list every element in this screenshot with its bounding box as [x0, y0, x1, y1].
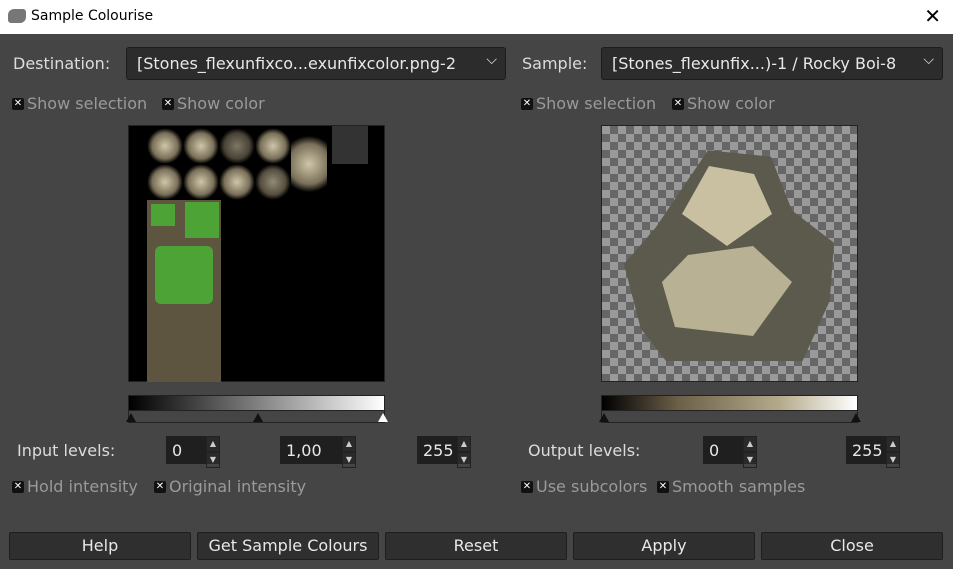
output-levels-slider[interactable] — [599, 411, 861, 423]
hold-intensity-checkbox[interactable]: ✕ Hold intensity — [12, 477, 138, 496]
gamma-handle[interactable] — [253, 413, 263, 422]
window-title: Sample Colourise — [31, 8, 154, 24]
high-handle[interactable] — [378, 413, 388, 422]
destination-preview — [128, 125, 385, 382]
high-handle[interactable] — [851, 413, 861, 422]
original-intensity-checkbox[interactable]: ✕ Original intensity — [154, 477, 306, 496]
sample-show-color-checkbox[interactable]: ✕ Show color — [672, 94, 775, 113]
input-levels-label: Input levels: — [17, 441, 116, 460]
reset-button[interactable]: Reset — [385, 532, 567, 560]
sample-label: Sample: — [522, 54, 588, 73]
input-gradient — [128, 395, 385, 411]
output-gradient — [601, 395, 858, 411]
gimp-logo-icon — [8, 9, 26, 23]
close-icon[interactable]: ✕ — [924, 4, 941, 28]
output-levels-label: Output levels: — [528, 441, 641, 460]
output-high-spinner[interactable]: 255 ▲ ▼ — [846, 436, 900, 468]
destination-label: Destination: — [13, 54, 111, 73]
sample-preview — [601, 125, 858, 382]
destination-select[interactable]: [Stones_flexunfixco...exunfixcolor.png-2… — [126, 47, 506, 80]
input-low-spinner[interactable]: 0 ▲ ▼ — [166, 436, 220, 468]
low-handle[interactable] — [599, 413, 609, 422]
chevron-down-icon: ⌵ — [486, 52, 497, 68]
output-low-spinner[interactable]: 0 ▲ ▼ — [703, 436, 757, 468]
sample-select[interactable]: [Stones_flexunfix...)-1 / Rocky Boi-8 ⌵ — [601, 47, 943, 80]
destination-value: [Stones_flexunfixco...exunfixcolor.png-2 — [137, 54, 456, 73]
use-subcolors-checkbox[interactable]: ✕ Use subcolors — [521, 477, 647, 496]
chevron-down-icon: ⌵ — [923, 52, 934, 68]
input-levels-slider[interactable] — [126, 411, 388, 423]
sample-show-selection-checkbox[interactable]: ✕ Show selection — [521, 94, 656, 113]
close-button[interactable]: Close — [761, 532, 943, 560]
get-sample-colours-button[interactable]: Get Sample Colours — [197, 532, 379, 560]
title-bar: Sample Colourise ✕ — [0, 0, 953, 34]
low-handle[interactable] — [126, 413, 136, 422]
dest-show-color-checkbox[interactable]: ✕ Show color — [162, 94, 265, 113]
input-high-spinner[interactable]: 255 ▲ ▼ — [417, 436, 471, 468]
input-gamma-spinner[interactable]: 1,00 ▲ ▼ — [280, 436, 356, 468]
sample-value: [Stones_flexunfix...)-1 / Rocky Boi-8 — [612, 54, 897, 73]
help-button[interactable]: Help — [9, 532, 191, 560]
smooth-samples-checkbox[interactable]: ✕ Smooth samples — [657, 477, 805, 496]
dest-show-selection-checkbox[interactable]: ✕ Show selection — [12, 94, 147, 113]
apply-button[interactable]: Apply — [573, 532, 755, 560]
